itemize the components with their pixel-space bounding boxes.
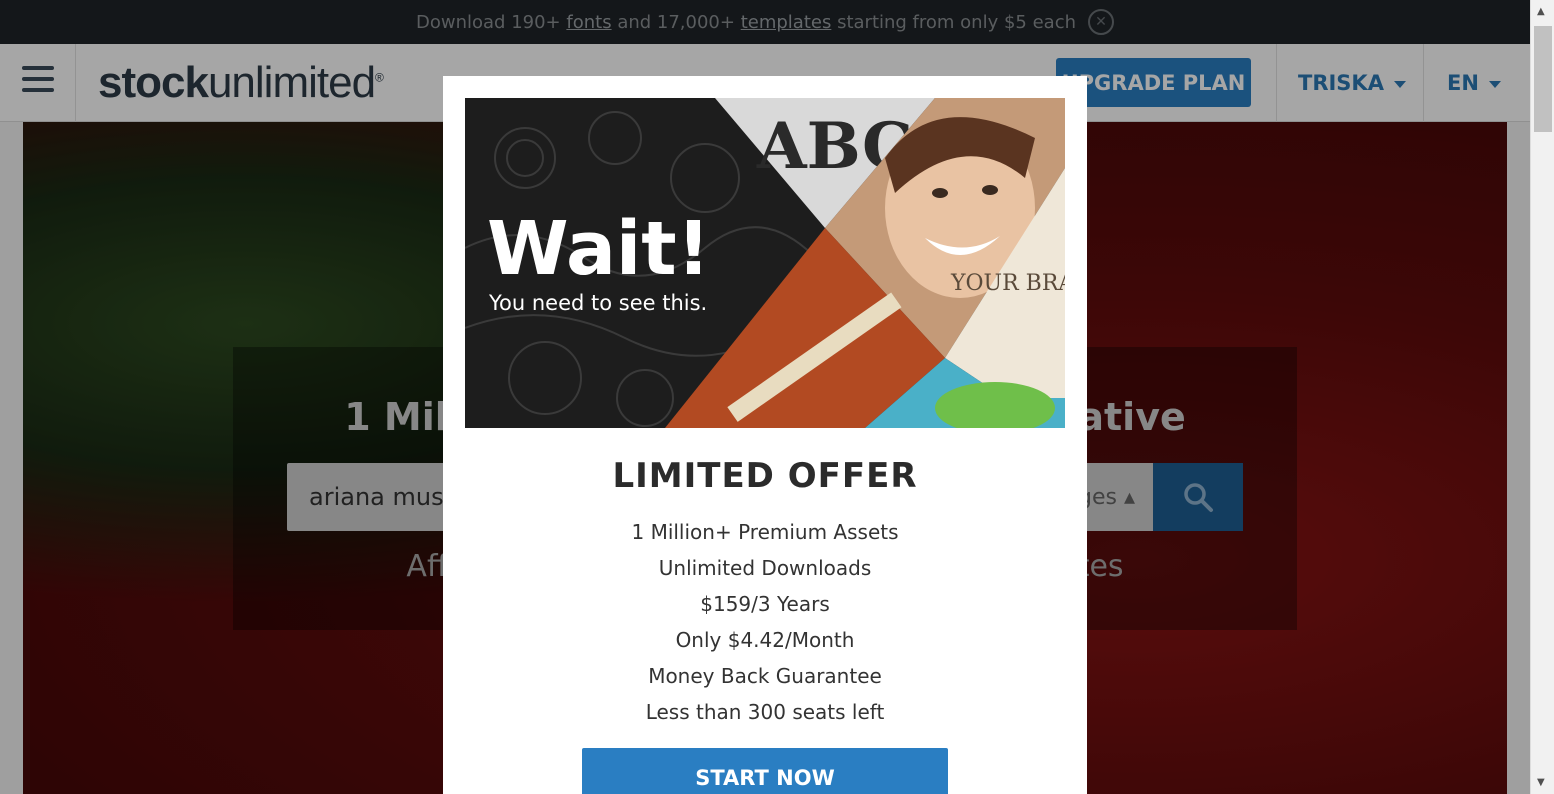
offer-banner-image: ABCDEF YOUR BRAND Wait! You need to see …: [465, 98, 1065, 428]
start-now-button[interactable]: START NOW: [582, 748, 948, 794]
offer-modal: ABCDEF YOUR BRAND Wait! You need to see …: [443, 76, 1087, 794]
scrollbar-thumb[interactable]: [1534, 26, 1552, 132]
feature-item: $159/3 Years: [700, 592, 830, 616]
feature-item: Less than 300 seats left: [645, 700, 885, 724]
feature-item: Money Back Guarantee: [648, 664, 882, 688]
brand-text: YOUR BRAND: [950, 271, 1065, 296]
offer-title: LIMITED OFFER: [612, 456, 918, 496]
feature-item: Only $4.42/Month: [675, 628, 855, 652]
feature-item: 1 Million+ Premium Assets: [631, 520, 899, 544]
image-subline: You need to see this.: [488, 291, 707, 315]
feature-list: 1 Million+ Premium Assets Unlimited Down…: [443, 514, 1087, 730]
scroll-down-icon[interactable]: ▼: [1537, 777, 1545, 788]
scroll-up-icon[interactable]: ▲: [1537, 6, 1545, 17]
image-headline: Wait!: [487, 206, 710, 292]
scrollbar[interactable]: ▲ ▼: [1530, 0, 1554, 794]
feature-item: Unlimited Downloads: [658, 556, 872, 580]
